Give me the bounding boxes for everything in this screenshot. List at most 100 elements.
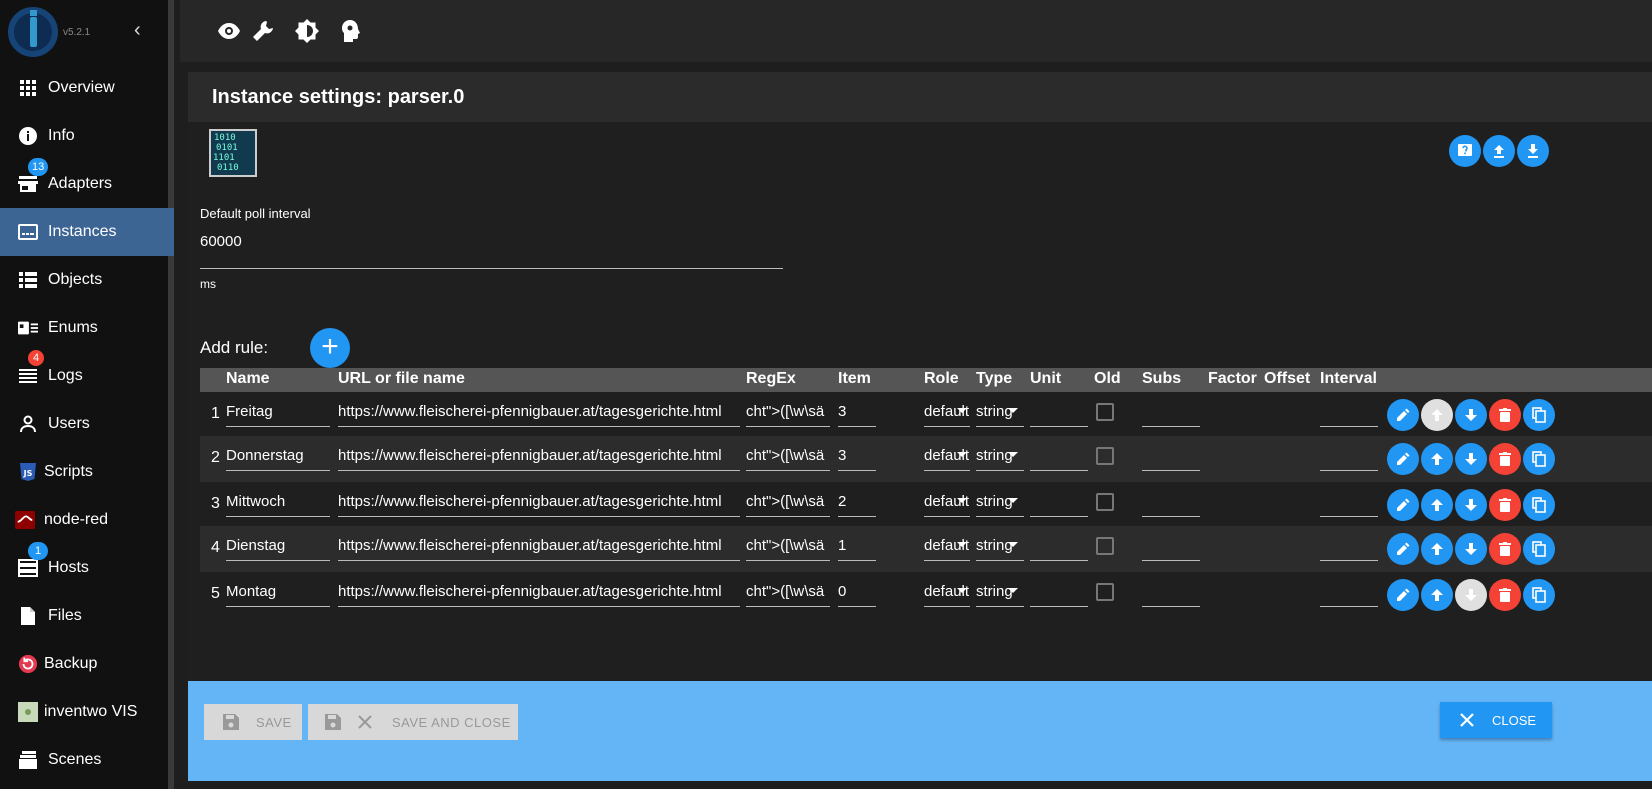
move-up-button[interactable] — [1421, 579, 1453, 611]
move-down-button[interactable] — [1455, 489, 1487, 521]
rule-regex-input[interactable]: cht">([\w\sä — [746, 403, 830, 420]
eye-icon[interactable] — [216, 18, 242, 44]
save-and-close-button[interactable]: SAVE AND CLOSE — [308, 704, 518, 740]
rule-item-input[interactable]: 0 — [838, 583, 876, 600]
rule-old-checkbox[interactable] — [1096, 583, 1114, 601]
rule-unit-input[interactable] — [1030, 426, 1088, 427]
edit-rule-button[interactable] — [1387, 579, 1419, 611]
download-settings-button[interactable] — [1517, 135, 1549, 167]
sidebar-item-files[interactable]: Files — [0, 592, 174, 640]
add-rule-button[interactable]: + — [310, 328, 350, 368]
move-down-button[interactable] — [1455, 399, 1487, 431]
edit-rule-button[interactable] — [1387, 533, 1419, 565]
rule-name-input[interactable]: Donnerstag — [226, 447, 330, 464]
move-down-button[interactable] — [1455, 443, 1487, 475]
edit-rule-button[interactable] — [1387, 489, 1419, 521]
sidebar-item-objects[interactable]: Objects — [0, 256, 174, 304]
rule-url-input[interactable]: https://www.fleischerei-pfennigbauer.at/… — [338, 583, 740, 600]
delete-rule-button[interactable] — [1489, 443, 1521, 475]
rule-name-input[interactable]: Freitag — [226, 403, 330, 420]
help-button[interactable] — [1449, 135, 1481, 167]
move-up-button[interactable] — [1421, 533, 1453, 565]
rule-old-checkbox[interactable] — [1096, 403, 1114, 421]
copy-rule-button[interactable] — [1523, 489, 1555, 521]
rule-url-input[interactable]: https://www.fleischerei-pfennigbauer.at/… — [338, 447, 740, 464]
rule-item-input[interactable]: 3 — [838, 403, 876, 420]
move-up-button[interactable] — [1421, 399, 1453, 431]
rule-unit-input[interactable] — [1030, 560, 1088, 561]
copy-rule-button[interactable] — [1523, 399, 1555, 431]
sidebar-item-info[interactable]: Info — [0, 112, 174, 160]
brightness-icon[interactable] — [294, 18, 320, 44]
rule-old-checkbox[interactable] — [1096, 493, 1114, 511]
move-down-button[interactable] — [1455, 579, 1487, 611]
delete-rule-button[interactable] — [1489, 489, 1521, 521]
edit-rule-button[interactable] — [1387, 443, 1419, 475]
download-icon — [1528, 144, 1538, 158]
upload-settings-button[interactable] — [1483, 135, 1515, 167]
rule-subs-input[interactable] — [1142, 470, 1200, 471]
rule-subs-input[interactable] — [1142, 426, 1200, 427]
expert-mode-icon[interactable] — [338, 18, 364, 44]
sidebar-item-instances[interactable]: Instances — [0, 208, 174, 256]
delete-rule-button[interactable] — [1489, 399, 1521, 431]
rule-unit-input[interactable] — [1030, 516, 1088, 517]
upload-icon — [1494, 145, 1504, 158]
copy-rule-button[interactable] — [1523, 533, 1555, 565]
rule-url-input[interactable]: https://www.fleischerei-pfennigbauer.at/… — [338, 493, 740, 510]
move-up-button[interactable] — [1421, 443, 1453, 475]
rule-interval-input[interactable] — [1320, 470, 1378, 471]
save-button[interactable]: SAVE — [204, 704, 302, 740]
sidebar-item-label: Enums — [48, 319, 98, 336]
rule-url-input[interactable]: https://www.fleischerei-pfennigbauer.at/… — [338, 537, 740, 554]
copy-rule-button[interactable] — [1523, 443, 1555, 475]
rule-subs-input[interactable] — [1142, 560, 1200, 561]
rule-interval-input[interactable] — [1320, 426, 1378, 427]
rule-interval-input[interactable] — [1320, 560, 1378, 561]
sidebar-item-scenes[interactable]: Scenes — [0, 736, 174, 784]
rule-unit-input[interactable] — [1030, 606, 1088, 607]
rule-old-checkbox[interactable] — [1096, 447, 1114, 465]
poll-interval-input[interactable]: 60000 — [200, 233, 242, 250]
sidebar-item-overview[interactable]: Overview — [0, 64, 174, 112]
edit-rule-button[interactable] — [1387, 399, 1419, 431]
iobroker-logo[interactable] — [8, 7, 58, 57]
rule-item-input[interactable]: 3 — [838, 447, 876, 464]
sidebar-item-inventwo-vis[interactable]: inventwo VIS — [0, 688, 174, 736]
sidebar-item-scripts[interactable]: JS Scripts — [0, 448, 174, 496]
sidebar-item-enums[interactable]: Enums — [0, 304, 174, 352]
rule-regex-input[interactable]: cht">([\w\sä — [746, 447, 830, 464]
pencil-icon — [1397, 408, 1410, 421]
rule-url-input[interactable]: https://www.fleischerei-pfennigbauer.at/… — [338, 403, 740, 420]
delete-rule-button[interactable] — [1489, 579, 1521, 611]
rule-name-input[interactable]: Dienstag — [226, 537, 330, 554]
sidebar-item-backup[interactable]: Backup — [0, 640, 174, 688]
rule-unit-input[interactable] — [1030, 470, 1088, 471]
sidebar-item-logs[interactable]: 4 Logs — [0, 350, 174, 400]
wrench-icon[interactable] — [250, 18, 276, 44]
close-button[interactable]: CLOSE — [1440, 702, 1552, 738]
collapse-sidebar-icon[interactable]: ‹ — [134, 20, 150, 40]
rule-regex-input[interactable]: cht">([\w\sä — [746, 537, 830, 554]
rule-item-input[interactable]: 1 — [838, 537, 876, 554]
rule-item-input[interactable]: 2 — [838, 493, 876, 510]
rule-old-checkbox[interactable] — [1096, 537, 1114, 555]
rule-name-input[interactable]: Mittwoch — [226, 493, 330, 510]
sidebar-item-adapters[interactable]: 13 Adapters — [0, 158, 174, 208]
rule-subs-input[interactable] — [1142, 516, 1200, 517]
rule-subs-input[interactable] — [1142, 606, 1200, 607]
rule-regex-input[interactable]: cht">([\w\sä — [746, 583, 830, 600]
delete-rule-button[interactable] — [1489, 533, 1521, 565]
copy-rule-button[interactable] — [1523, 579, 1555, 611]
sidebar-item-users[interactable]: Users — [0, 400, 174, 448]
rule-interval-input[interactable] — [1320, 516, 1378, 517]
rule-name-input[interactable]: Montag — [226, 583, 330, 600]
sidebar-item-hosts[interactable]: 1 Hosts — [0, 542, 174, 592]
file-icon — [18, 606, 38, 626]
rule-regex-input[interactable]: cht">([\w\sä — [746, 493, 830, 510]
rule-interval-input[interactable] — [1320, 606, 1378, 607]
sidebar-item-label: Adapters — [48, 175, 113, 192]
move-down-button[interactable] — [1455, 533, 1487, 565]
sidebar-item-node-red[interactable]: node-red — [0, 496, 174, 544]
move-up-button[interactable] — [1421, 489, 1453, 521]
